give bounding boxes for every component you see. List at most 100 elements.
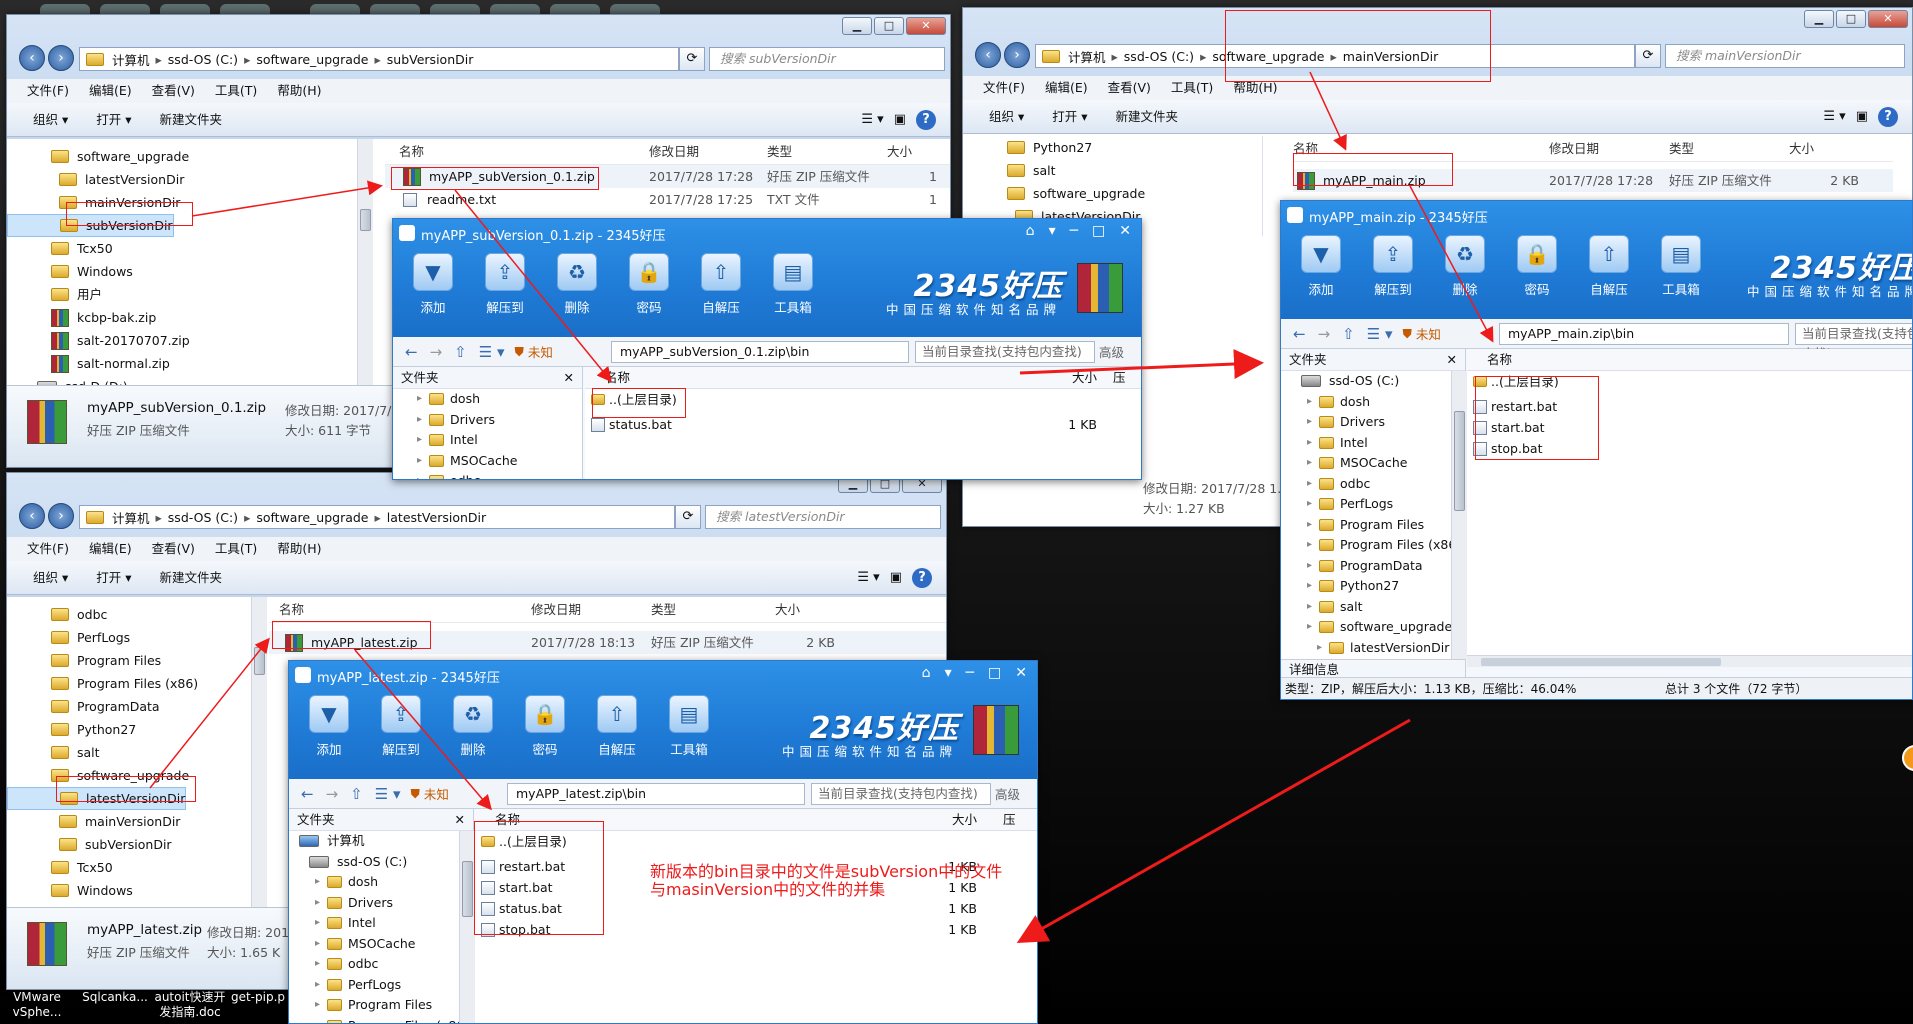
file-row[interactable]: stop.bat bbox=[1467, 438, 1912, 459]
column-size[interactable]: 大小 bbox=[775, 597, 835, 622]
breadcrumb-computer[interactable]: 计算机 bbox=[1068, 47, 1106, 66]
maximize-button[interactable]: □ bbox=[874, 17, 904, 35]
view-mode-icon[interactable]: ☰ ▾ bbox=[479, 343, 505, 361]
forward-arrow-icon[interactable]: → bbox=[430, 343, 443, 361]
preview-pane-icon[interactable]: ▣ bbox=[894, 110, 906, 130]
maximize-button[interactable]: □ bbox=[1836, 10, 1866, 28]
menu-edit[interactable]: 编辑(E) bbox=[89, 79, 132, 103]
menu-icon[interactable]: ▾ bbox=[1049, 223, 1056, 239]
tree-folder[interactable]: ▸ Drivers bbox=[1281, 412, 1465, 433]
tree-item[interactable]: salt bbox=[7, 741, 266, 764]
file-row[interactable]: myAPP_main.zip 2017/7/28 17:28 好压 ZIP 压缩… bbox=[1293, 169, 1893, 192]
maximize-button[interactable]: □ bbox=[988, 665, 1001, 681]
tree-item[interactable]: latestVersionDir bbox=[7, 787, 187, 810]
new-folder-button[interactable]: 新建文件夹 bbox=[160, 103, 223, 136]
expand-icon[interactable]: ▸ bbox=[315, 1016, 327, 1024]
archive-path-input[interactable]: myAPP_subVersion_0.1.zip\bin bbox=[611, 340, 909, 363]
parent-dir-row[interactable]: ..(上层目录) bbox=[1467, 371, 1912, 392]
tool-self-extract-button[interactable]: ⇧ 自解压 bbox=[693, 253, 749, 316]
expand-icon[interactable]: ▸ bbox=[315, 954, 327, 975]
expand-icon[interactable]: ▸ bbox=[1307, 494, 1319, 515]
minimize-button[interactable]: ▁ bbox=[842, 17, 872, 35]
breadcrumb-mainversiondir[interactable]: mainVersionDir bbox=[1343, 49, 1438, 64]
tree-folder[interactable]: ▸ ProgramData bbox=[1281, 556, 1465, 577]
help-icon[interactable]: ? bbox=[912, 568, 932, 588]
tool-add-button[interactable]: ▼ 添加 bbox=[1293, 235, 1349, 298]
tree-folder[interactable]: ▸ latestVersionDir bbox=[1281, 638, 1465, 659]
tree-folder[interactable]: ▸ PerfLogs bbox=[1281, 494, 1465, 515]
search-input[interactable]: 搜索 latestVersionDir bbox=[705, 505, 941, 529]
tree-item[interactable]: 用户 bbox=[7, 283, 371, 306]
tree-item[interactable]: software_upgrade bbox=[7, 764, 266, 787]
breadcrumb-software-upgrade[interactable]: software_upgrade bbox=[1212, 49, 1324, 64]
tree-folder[interactable]: ▸ dosh bbox=[1281, 392, 1465, 413]
tree-item[interactable]: ProgramData bbox=[7, 695, 266, 718]
tree-folder[interactable]: ▸ odbc bbox=[393, 471, 582, 479]
view-options-icon[interactable]: ☰ ▾ bbox=[1823, 107, 1845, 127]
expand-icon[interactable]: ▸ bbox=[315, 872, 327, 893]
expand-icon[interactable]: ▸ bbox=[1317, 638, 1329, 659]
breadcrumb-drive[interactable]: ssd-OS (C:) bbox=[168, 510, 238, 525]
forward-arrow-icon[interactable]: → bbox=[1318, 325, 1331, 343]
advanced-search-button[interactable]: 高级 bbox=[995, 784, 1020, 803]
tree-item[interactable]: software_upgrade bbox=[963, 182, 1262, 205]
view-mode-icon[interactable]: ☰ ▾ bbox=[1367, 325, 1393, 343]
column-name[interactable]: 名称 bbox=[269, 597, 531, 622]
expand-icon[interactable]: ▸ bbox=[1307, 453, 1319, 474]
open-button[interactable]: 打开 ▾ bbox=[1052, 100, 1087, 133]
parent-dir-row[interactable]: ..(上层目录) bbox=[475, 831, 1037, 852]
organize-button[interactable]: 组织 ▾ bbox=[33, 561, 68, 594]
folder-pane-scrollbar[interactable] bbox=[459, 831, 475, 1023]
close-pane-icon[interactable]: ✕ bbox=[1447, 349, 1457, 371]
column-date[interactable]: 修改日期 bbox=[531, 597, 651, 622]
preview-pane-icon[interactable]: ▣ bbox=[1856, 107, 1868, 127]
tree-folder[interactable]: ▸ odbc bbox=[1281, 474, 1465, 495]
refresh-icon[interactable]: ⟳ bbox=[679, 47, 705, 71]
maximize-button[interactable]: □ bbox=[1092, 223, 1105, 239]
column-type[interactable]: 类型 bbox=[651, 597, 775, 622]
tree-folder[interactable]: ▸ PerfLogs bbox=[289, 975, 473, 996]
close-pane-icon[interactable]: ✕ bbox=[455, 809, 465, 831]
expand-icon[interactable]: ▸ bbox=[1307, 597, 1319, 618]
tree-folder[interactable]: ▸ software_upgrade bbox=[1281, 617, 1465, 638]
menu-tools[interactable]: 工具(T) bbox=[215, 79, 257, 103]
tree-folder[interactable]: ▸ Program Files bbox=[289, 995, 473, 1016]
tree-item[interactable]: Tcx50 bbox=[7, 237, 371, 260]
menu-file[interactable]: 文件(F) bbox=[27, 79, 69, 103]
tree-item[interactable]: Program Files (x86) bbox=[7, 672, 266, 695]
file-row[interactable]: restart.bat bbox=[1467, 396, 1912, 417]
tree-item[interactable]: Windows bbox=[7, 260, 371, 283]
menu-icon[interactable]: ▾ bbox=[945, 665, 952, 681]
tree-item[interactable]: salt-20170707.zip bbox=[7, 329, 371, 352]
tree-folder[interactable]: ▸ Program Files (x86) bbox=[289, 1016, 473, 1024]
tool-extract-button[interactable]: ⇪ 解压到 bbox=[477, 253, 533, 316]
tree-item[interactable]: Windows bbox=[7, 879, 266, 902]
archive-path-input[interactable]: myAPP_main.zip\bin bbox=[1499, 322, 1789, 345]
tree-scrollbar[interactable] bbox=[357, 139, 373, 387]
parent-dir-row[interactable]: ..(上层目录) bbox=[585, 389, 1141, 410]
menu-tools[interactable]: 工具(T) bbox=[1171, 76, 1213, 100]
tree-folder[interactable]: ▸ dosh bbox=[289, 872, 473, 893]
expand-icon[interactable]: ▸ bbox=[1307, 412, 1319, 433]
refresh-icon[interactable]: ⟳ bbox=[675, 505, 701, 529]
forward-arrow-icon[interactable]: › bbox=[1004, 42, 1030, 68]
tree-folder[interactable]: ▸ Intel bbox=[393, 430, 582, 451]
tree-folder[interactable]: ▸ Intel bbox=[1281, 433, 1465, 454]
tool-lock-button[interactable]: 🔒 密码 bbox=[517, 695, 573, 758]
column-size[interactable]: 大小 bbox=[887, 139, 937, 164]
breadcrumb-latestversiondir[interactable]: latestVersionDir bbox=[387, 510, 486, 525]
minimize-button[interactable]: ─ bbox=[1070, 223, 1078, 239]
menu-tools[interactable]: 工具(T) bbox=[215, 537, 257, 561]
file-row[interactable]: stop.bat 1 KB bbox=[475, 919, 1037, 940]
back-arrow-icon[interactable]: ← bbox=[405, 343, 418, 361]
tool-extract-button[interactable]: ⇪ 解压到 bbox=[373, 695, 429, 758]
tree-item[interactable]: mainVersionDir bbox=[7, 191, 371, 214]
file-row[interactable]: start.bat bbox=[1467, 417, 1912, 438]
address-bar[interactable]: 计算机 ▸ ssd-OS (C:) ▸ software_upgrade ▸ main… bbox=[1035, 44, 1635, 68]
tool-delete-button[interactable]: ♻ 删除 bbox=[445, 695, 501, 758]
help-icon[interactable]: ? bbox=[1878, 107, 1898, 127]
refresh-icon[interactable]: ⟳ bbox=[1635, 44, 1661, 68]
view-options-icon[interactable]: ☰ ▾ bbox=[861, 110, 883, 130]
menu-edit[interactable]: 编辑(E) bbox=[1045, 76, 1088, 100]
file-row[interactable]: readme.txt 2017/7/28 17:25 TXT 文件 1 bbox=[385, 188, 950, 211]
